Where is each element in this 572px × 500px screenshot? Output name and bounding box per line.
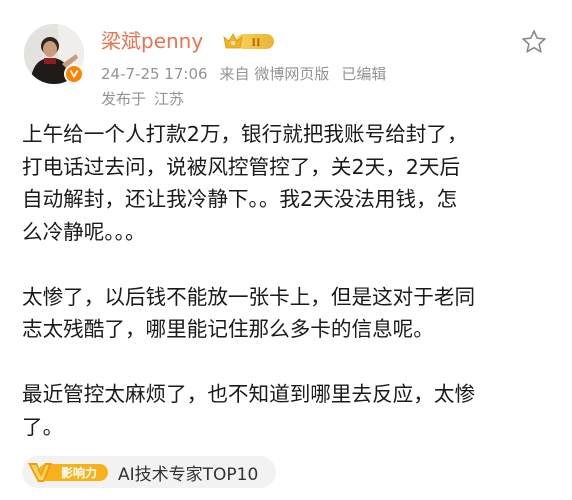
text-line: 上午给一个人打款2万，银行就把我账号给封了， xyxy=(22,122,468,146)
post-paragraph: 上午给一个人打款2万，银行就把我账号给封了， 打电话过去问，说被风控管控了，关2… xyxy=(22,118,552,248)
location-prefix: 发布于 xyxy=(101,90,147,108)
verified-v-icon xyxy=(64,64,84,84)
location-value: 江苏 xyxy=(154,90,185,108)
post-source: 来自 微博网页版 xyxy=(219,65,330,83)
post-paragraph: 最近管控太麻烦了，也不知道到哪里去反应，太惨 了。 xyxy=(22,378,552,443)
edited-label[interactable]: 已编辑 xyxy=(341,65,386,83)
star-outline-icon[interactable] xyxy=(520,28,548,56)
post-meta: 24-7-25 17:06 来自 微博网页版 已编辑 xyxy=(101,64,386,84)
text-line: 了。 xyxy=(22,414,64,439)
post-body: 上午给一个人打款2万，银行就把我账号给封了， 打电话过去问，说被风控管控了，关2… xyxy=(22,118,552,443)
text-line: 打电话过去问，说被风控管控了，关2天，2天后 xyxy=(22,154,461,179)
post-timestamp[interactable]: 24-7-25 17:06 xyxy=(101,65,208,83)
influence-label: AI技术专家TOP10 xyxy=(118,464,259,485)
influence-tag[interactable]: 影响力 AI技术专家TOP10 xyxy=(22,456,276,488)
svg-text:影响力: 影响力 xyxy=(61,465,97,480)
influence-logo-icon: 影响力 xyxy=(28,461,110,483)
text-line: 么冷静呢。。。 xyxy=(22,219,146,244)
weibo-post: 梁斌penny II 24-7-25 17:06 来自 微博网页版 已编辑 发布于江… xyxy=(0,0,572,500)
text-line: 志太残酷了，哪里能记住那么多卡的信息呢。 xyxy=(22,317,434,341)
level-badge-text: II xyxy=(251,35,261,49)
text-line: 太惨了，以后钱不能放一张卡上，但是这对于老同 xyxy=(22,284,476,309)
post-paragraph: 太惨了，以后钱不能放一张卡上，但是这对于老同 志太残酷了，哪里能记住那么多卡的信… xyxy=(22,281,552,346)
text-line: 自动解封，还让我冷静下。。我2天没法用钱，怎 xyxy=(22,187,458,211)
level-badge[interactable]: II xyxy=(222,31,276,52)
post-location: 发布于 江苏 xyxy=(101,89,184,109)
author-name[interactable]: 梁斌penny xyxy=(101,27,203,55)
text-line: 最近管控太麻烦了，也不知道到哪里去反应，太惨 xyxy=(22,382,476,406)
